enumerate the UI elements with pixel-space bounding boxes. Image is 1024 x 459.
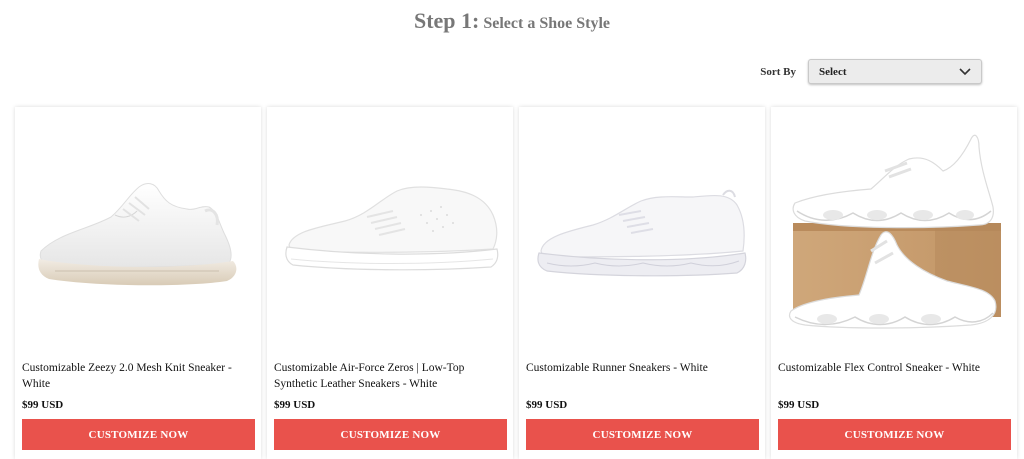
step-subtitle: Select a Shoe Style [483,15,611,32]
step-label: Step 1: [413,8,480,33]
product-title[interactable]: Customizable Flex Control Sneaker - Whit… [778,360,1011,376]
sort-label: Sort By [760,65,796,78]
product-price: $99 USD [22,399,64,411]
product-price: $99 USD [274,399,316,411]
product-card: Customizable Zeezy 2.0 Mesh Knit Sneaker… [15,107,261,459]
product-card: Customizable Air-Force Zeros | Low-Top S… [267,107,513,459]
product-card: Customizable Runner Sneakers - White $99… [519,107,765,459]
sort-selected-value: Select [819,65,847,78]
customize-now-button[interactable]: CUSTOMIZE NOW [274,419,507,450]
chevron-down-icon [959,67,971,75]
product-title[interactable]: Customizable Air-Force Zeros | Low-Top S… [274,360,507,392]
flex-sneaker-with-box-image[interactable] [775,111,1013,349]
customize-now-button[interactable]: CUSTOMIZE NOW [22,419,255,450]
runner-sneaker-image[interactable] [523,111,761,349]
knit-sneaker-image[interactable] [19,111,257,349]
sort-bar: Sort By Select [760,59,982,84]
sort-select[interactable]: Select [808,59,982,84]
product-title[interactable]: Customizable Zeezy 2.0 Mesh Knit Sneaker… [22,360,255,392]
low-top-sneaker-image[interactable] [271,111,509,349]
product-title[interactable]: Customizable Runner Sneakers - White [526,360,759,376]
customize-now-button[interactable]: CUSTOMIZE NOW [526,419,759,450]
product-price: $99 USD [778,399,820,411]
product-price: $99 USD [526,399,568,411]
product-card: Customizable Flex Control Sneaker - Whit… [771,107,1017,459]
product-grid: Customizable Zeezy 2.0 Mesh Knit Sneaker… [15,107,1017,459]
customize-now-button[interactable]: CUSTOMIZE NOW [778,419,1011,450]
page-title: Step 1: Select a Shoe Style [0,8,1024,34]
